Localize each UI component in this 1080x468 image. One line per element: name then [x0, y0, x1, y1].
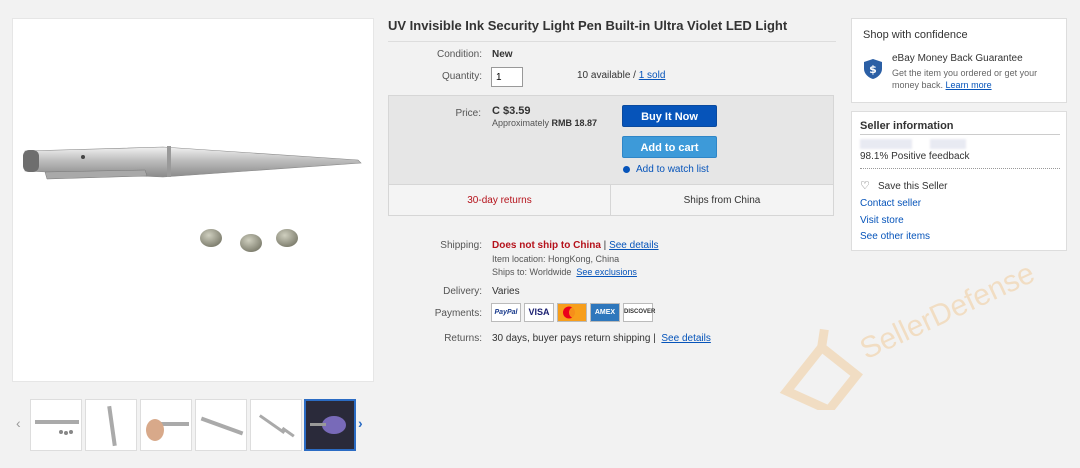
- item-title: UV Invisible Ink Security Light Pen Buil…: [388, 18, 788, 33]
- watermark-text: SellerDefense: [855, 257, 1040, 367]
- contact-seller-link[interactable]: Contact seller: [860, 198, 921, 209]
- shipping-value: Does not ship to China | See details: [492, 240, 659, 251]
- main-product-image[interactable]: [12, 18, 374, 382]
- returns-value: 30 days, buyer pays return shipping | Se…: [492, 333, 711, 344]
- quantity-input[interactable]: [491, 67, 523, 87]
- item-location: Item location: HongKong, China: [492, 254, 620, 264]
- watch-label: Add to watch list: [636, 164, 709, 175]
- shop-with-confidence-panel: Shop with confidence $ eBay Money Back G…: [851, 18, 1067, 103]
- see-other-items-link[interactable]: See other items: [860, 231, 930, 242]
- price-approx: Approximately RMB 18.87: [492, 118, 597, 128]
- price-label: Price:: [455, 108, 481, 119]
- positive-feedback: 98.1% Positive feedback: [860, 151, 970, 162]
- sellerdefense-watermark: SellerDefense: [779, 257, 1040, 410]
- buy-box: Price: C $3.59 Approximately RMB 18.87 B…: [388, 95, 834, 216]
- guarantee-title: eBay Money Back Guarantee: [892, 53, 1023, 64]
- shipping-see-details-link[interactable]: See details: [609, 240, 658, 251]
- thumbnail-pen-icon: [200, 416, 244, 436]
- add-to-cart-button[interactable]: Add to cart: [622, 136, 717, 158]
- quantity-label: Quantity:: [441, 71, 482, 82]
- thumbnail-next-icon[interactable]: ›: [358, 415, 363, 431]
- returns-see-details-link[interactable]: See details: [661, 333, 710, 344]
- divider: [860, 134, 1060, 135]
- thumbnail-hand-icon: [146, 419, 189, 441]
- seller-information-panel: Seller information 98.1% Positive feedba…: [851, 111, 1067, 251]
- paypal-icon: PayPal: [491, 303, 521, 322]
- returns-badge: 30-day returns: [389, 185, 611, 216]
- ships-to: Ships to: Worldwide See exclusions: [492, 267, 637, 277]
- mastercard-icon: [557, 303, 587, 322]
- returns-label: Returns:: [444, 333, 482, 344]
- thumbnail-6[interactable]: [304, 399, 356, 451]
- approx-value: RMB 18.87: [551, 118, 598, 128]
- eye-icon: [623, 165, 630, 173]
- ships-to-text: Ships to: Worldwide: [492, 267, 572, 277]
- panel-title: Shop with confidence: [863, 29, 968, 41]
- thumbnail-pen-icon: [35, 420, 79, 435]
- payments-label: Payments:: [434, 308, 482, 319]
- seller-score-redacted: [930, 139, 966, 149]
- buy-it-now-button[interactable]: Buy It Now: [622, 105, 717, 127]
- delivery-value: Varies: [492, 286, 520, 297]
- save-seller-link[interactable]: Save this Seller: [878, 181, 947, 192]
- thumbnail-4[interactable]: [195, 399, 247, 451]
- availability: 10 available / 1 sold: [577, 70, 665, 81]
- delivery-label: Delivery:: [443, 286, 482, 297]
- ships-from-badge: Ships from China: [683, 195, 761, 206]
- seller-name-redacted: [860, 139, 912, 149]
- thumbnail-2[interactable]: [85, 399, 137, 451]
- seller-info-title: Seller information: [860, 120, 954, 132]
- discover-icon: DISCOVER: [623, 303, 655, 322]
- product-photo-pen: [23, 146, 362, 252]
- guarantee-text: Get the item you ordered or get your mon…: [892, 67, 1062, 91]
- visit-store-link[interactable]: Visit store: [860, 215, 904, 226]
- thumbnail-5[interactable]: [250, 399, 302, 451]
- visa-icon: VISA: [524, 303, 554, 322]
- shield-icon: $: [864, 59, 882, 79]
- amex-icon: AMEX: [590, 303, 620, 322]
- divider: [388, 41, 836, 42]
- heart-icon[interactable]: ♡: [860, 179, 870, 192]
- condition-value: New: [492, 49, 513, 60]
- thumbnail-prev-icon[interactable]: ‹: [16, 415, 21, 431]
- thumbnail-3[interactable]: [140, 399, 192, 451]
- see-exclusions-link[interactable]: See exclusions: [576, 267, 637, 277]
- returns-shipping-strip: 30-day returns Ships from China: [389, 184, 833, 216]
- shipping-label: Shipping:: [440, 240, 482, 251]
- price-value: C $3.59: [492, 105, 531, 117]
- thumbnail-pen-icon: [258, 414, 295, 438]
- sold-link[interactable]: 1 sold: [639, 70, 666, 81]
- thumbnail-1[interactable]: [30, 399, 82, 451]
- svg-text:$: $: [869, 63, 877, 76]
- thumbnail-uv-light-icon: [306, 401, 354, 449]
- thumbnail-pen-icon: [107, 405, 117, 447]
- returns-text: 30 days, buyer pays return shipping |: [492, 333, 656, 344]
- approx-label: Approximately: [492, 118, 550, 128]
- shipping-status: Does not ship to China: [492, 240, 601, 251]
- learn-more-link[interactable]: Learn more: [946, 80, 992, 90]
- divider: [860, 168, 1060, 169]
- add-to-watch-list-link[interactable]: Add to watch list: [623, 164, 709, 175]
- condition-label: Condition:: [436, 49, 482, 60]
- thumbnail-strip: ‹ ›: [12, 395, 374, 455]
- available-count: 10 available /: [577, 70, 636, 81]
